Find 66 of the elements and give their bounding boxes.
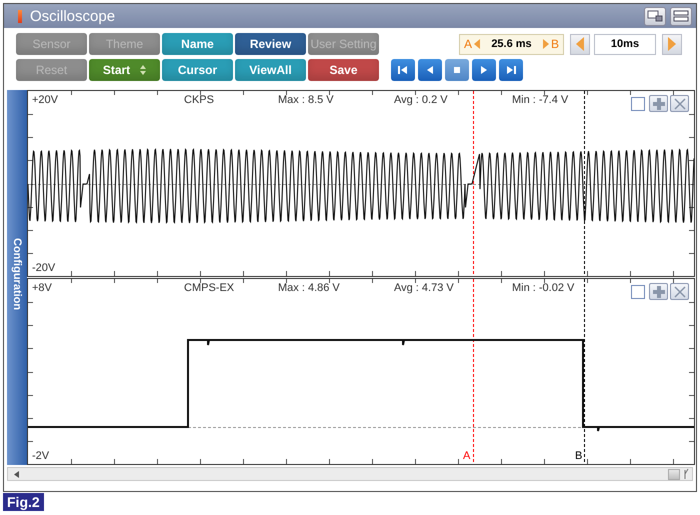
zoom-in-button[interactable] (649, 283, 668, 300)
cursor-line[interactable] (584, 91, 585, 276)
spinner-icon (140, 65, 146, 75)
max-reading: Max : 8.5 V (278, 94, 334, 106)
toolbar-button[interactable]: Name (162, 33, 233, 55)
close-icon (674, 98, 686, 110)
decrease-time-button[interactable] (570, 34, 590, 54)
left-triangle-icon (474, 39, 480, 49)
right-arrow-icon (668, 37, 676, 51)
channel-name: CKPS (184, 94, 214, 106)
toolbar-button[interactable]: Cursor (162, 59, 233, 81)
cursor-line[interactable] (473, 91, 474, 276)
left-arrow-icon (576, 37, 584, 51)
toolbar-button[interactable]: Review (235, 33, 306, 55)
skip-start-icon (398, 65, 408, 75)
voltage-max-label: +8V (32, 282, 52, 294)
layout-button[interactable] (670, 6, 692, 26)
previous-icon (425, 65, 435, 75)
average-reading: Avg : 4.73 V (394, 282, 454, 294)
average-reading: Avg : 0.2 V (394, 94, 448, 106)
voltage-min-label: -2V (32, 450, 50, 462)
max-reading: Max : 4.86 V (278, 282, 340, 294)
configuration-tab[interactable]: Configuration (7, 90, 27, 465)
title-marker-icon (18, 10, 22, 22)
min-reading: Min : -7.4 V (512, 94, 568, 106)
scroll-left-icon (14, 470, 19, 478)
play-button[interactable] (472, 59, 496, 81)
right-triangle-icon (542, 39, 549, 49)
window-mode-button[interactable] (644, 6, 666, 26)
skip-end-button[interactable] (499, 59, 523, 81)
channel-checkbox[interactable] (631, 284, 645, 298)
stop-button[interactable] (445, 59, 469, 81)
layout-icon (673, 10, 689, 22)
voltage-max-label: +20V (32, 94, 58, 106)
close-button[interactable] (670, 283, 689, 300)
resize-grip-icon[interactable] (684, 468, 690, 480)
skip-end-icon (506, 65, 516, 75)
play-icon (479, 65, 489, 75)
min-reading: Min : -0.02 V (512, 282, 574, 294)
horizontal-scrollbar[interactable] (7, 467, 693, 481)
toolbar-button[interactable]: ViewAll (235, 59, 306, 81)
cursor-label: A (463, 450, 470, 462)
cursor-b-label: B (550, 37, 559, 51)
time-division-field[interactable]: 10ms (594, 34, 656, 54)
close-button[interactable] (670, 95, 689, 112)
cursor-label: B (575, 450, 582, 462)
zoom-in-button[interactable] (649, 95, 668, 112)
window-title: Oscilloscope (30, 8, 116, 24)
channel-checkbox[interactable] (631, 96, 645, 110)
plus-icon (652, 286, 664, 298)
voltage-min-label: -20V (32, 262, 56, 274)
close-icon (674, 286, 686, 298)
increase-time-button[interactable] (662, 34, 682, 54)
window-icon (647, 10, 663, 22)
toolbar-button[interactable]: Start (89, 59, 160, 81)
cursor-delta-value: 25.6 ms (490, 38, 533, 50)
cursor-line[interactable] (584, 279, 585, 464)
channel-name: CMPS-EX (184, 282, 234, 294)
plus-icon (652, 98, 664, 110)
cursor-a-label: A (464, 37, 472, 51)
scroll-thumb[interactable] (668, 468, 680, 480)
toolbar-button[interactable]: Save (308, 59, 379, 81)
skip-start-button[interactable] (391, 59, 415, 81)
figure-label: Fig.2 (3, 493, 44, 511)
previous-button[interactable] (418, 59, 442, 81)
stop-icon (452, 65, 462, 75)
